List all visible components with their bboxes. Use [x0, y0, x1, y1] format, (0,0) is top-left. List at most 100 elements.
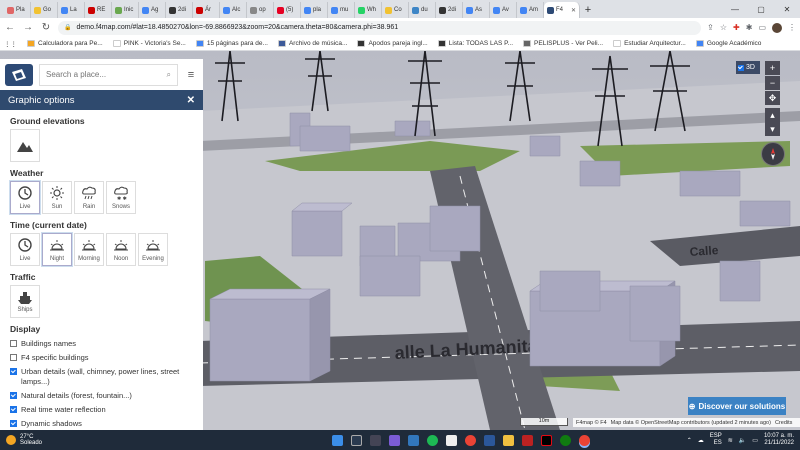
- browser-menu-icon[interactable]: ⋮: [788, 23, 796, 32]
- browser-tab[interactable]: mu: [328, 2, 355, 18]
- clock[interactable]: 10:07 a. m. 21/11/2022: [764, 433, 794, 447]
- bookmark-item[interactable]: Lista: TODAS LAS P...: [437, 40, 513, 47]
- file-explorer-icon[interactable]: [503, 434, 515, 446]
- browser-tab[interactable]: pla: [301, 2, 328, 18]
- credits-link[interactable]: Credits: [775, 420, 792, 426]
- display-option[interactable]: F4 specific buildings: [0, 351, 203, 365]
- weather-option-rain[interactable]: Rain: [74, 181, 104, 214]
- tilt-up-icon[interactable]: ▴: [765, 108, 780, 122]
- browser-tab[interactable]: (5): [274, 2, 301, 18]
- bookmark-item[interactable]: 15 páginas para de...: [195, 40, 268, 47]
- weather-option-live[interactable]: Live: [10, 181, 40, 214]
- checkbox[interactable]: [10, 354, 17, 361]
- zoom-out-button[interactable]: −: [765, 76, 780, 90]
- time-option-night[interactable]: Night: [42, 233, 72, 266]
- browser-tab[interactable]: op: [247, 2, 274, 18]
- netflix-icon[interactable]: [541, 434, 553, 446]
- checkbox[interactable]: [10, 406, 17, 413]
- bookmark-item[interactable]: Google Académico: [695, 40, 761, 47]
- attribution-data[interactable]: Map data © OpenStreetMap contributors (u…: [611, 420, 771, 426]
- attribution-brand[interactable]: F4map © F4: [576, 420, 607, 426]
- bookmark-item[interactable]: PINK - Victoria's Se...: [112, 40, 186, 47]
- url-field[interactable]: 🔒 demo.f4map.com/#lat=18.4850270&lon=-69…: [58, 20, 702, 35]
- display-option[interactable]: Natural details (forest, fountain...): [0, 389, 203, 403]
- chrome-active-icon[interactable]: [579, 434, 591, 446]
- tilt-down-icon[interactable]: ▾: [765, 122, 780, 136]
- apps-icon[interactable]: ⋮⋮: [4, 40, 17, 48]
- zoom-in-button[interactable]: +: [765, 61, 780, 75]
- teams-icon[interactable]: [389, 434, 401, 446]
- browser-tab[interactable]: Pla: [4, 2, 31, 18]
- chrome-icon[interactable]: [465, 434, 477, 446]
- ships-button[interactable]: Ships: [10, 285, 40, 318]
- compass-icon[interactable]: [761, 142, 785, 166]
- close-window-icon[interactable]: ✕: [774, 0, 800, 18]
- browser-tab[interactable]: As: [463, 2, 490, 18]
- display-option[interactable]: Real time water reflection: [0, 403, 203, 417]
- weather-option-sun[interactable]: Sun: [42, 181, 72, 214]
- search-taskbar-icon[interactable]: [351, 434, 363, 446]
- browser-tab[interactable]: Alc: [220, 2, 247, 18]
- checkbox[interactable]: [10, 340, 17, 347]
- time-option-morning[interactable]: Morning: [74, 233, 104, 266]
- language-indicator[interactable]: ESP ES: [710, 433, 722, 447]
- search-input[interactable]: [46, 70, 146, 79]
- share-icon[interactable]: ⇪: [707, 23, 714, 32]
- start-icon[interactable]: [332, 434, 344, 446]
- maximize-icon[interactable]: ▢: [748, 0, 774, 18]
- bookmark-star-icon[interactable]: ☆: [720, 23, 727, 32]
- wifi-icon[interactable]: ≋: [728, 437, 733, 444]
- app-icon[interactable]: [522, 434, 534, 446]
- forward-icon[interactable]: →: [22, 22, 34, 33]
- close-icon[interactable]: ✕: [187, 95, 195, 106]
- browser-tab[interactable]: du: [409, 2, 436, 18]
- browser-tab[interactable]: F4 ✕: [544, 2, 580, 18]
- browser-tab[interactable]: Co: [382, 2, 409, 18]
- display-option[interactable]: Urban details (wall, chimney, power line…: [0, 365, 203, 389]
- bookmark-item[interactable]: Apodos pareja ingl...: [357, 40, 428, 47]
- weather-option-snows[interactable]: ✱ ✱ Snows: [106, 181, 136, 214]
- time-option-evening[interactable]: Evening: [138, 233, 168, 266]
- browser-tab[interactable]: Wh: [355, 2, 382, 18]
- chevron-up-icon[interactable]: ⌃: [687, 437, 692, 444]
- back-icon[interactable]: ←: [4, 22, 16, 33]
- browser-tab[interactable]: Ár: [193, 2, 220, 18]
- onedrive-icon[interactable]: ☁: [698, 437, 704, 444]
- battery-icon[interactable]: ▭: [752, 437, 758, 444]
- sidepanel-icon[interactable]: ▭: [758, 23, 766, 32]
- browser-tab[interactable]: La: [58, 2, 85, 18]
- reload-icon[interactable]: ↻: [40, 22, 52, 33]
- checkbox[interactable]: [10, 368, 17, 375]
- task-view-icon[interactable]: [370, 434, 382, 446]
- checkbox[interactable]: [10, 392, 17, 399]
- browser-tab[interactable]: Av: [490, 2, 517, 18]
- close-tab-icon[interactable]: ✕: [571, 7, 576, 14]
- bookmark-item[interactable]: PELISPLUS - Ver Peli...: [523, 40, 603, 47]
- discover-solutions-button[interactable]: ⊕ Discover our solutions: [688, 397, 786, 415]
- hamburger-menu-icon[interactable]: ≡: [184, 69, 198, 81]
- browser-tab[interactable]: Inic: [112, 2, 139, 18]
- browser-tab[interactable]: Ag: [139, 2, 166, 18]
- ground-elevation-button[interactable]: [10, 129, 40, 162]
- browser-tab[interactable]: RE: [85, 2, 112, 18]
- browser-tab[interactable]: Am: [517, 2, 544, 18]
- word-icon[interactable]: [484, 434, 496, 446]
- bookmark-item[interactable]: Archivo de música...: [277, 40, 347, 47]
- spotify-icon[interactable]: [427, 434, 439, 446]
- bookmark-item[interactable]: Estudiar Arquitectur...: [613, 40, 686, 47]
- display-option[interactable]: Dynamic shadows: [0, 417, 203, 430]
- store-icon[interactable]: [446, 434, 458, 446]
- extensions-puzzle-icon[interactable]: ✱: [746, 23, 753, 32]
- edge-icon[interactable]: [408, 434, 420, 446]
- checkbox[interactable]: [10, 420, 17, 427]
- time-option-live[interactable]: Live: [10, 233, 40, 266]
- volume-icon[interactable]: 🔈: [739, 437, 746, 444]
- search-icon[interactable]: ⌕: [167, 70, 171, 80]
- new-tab-button[interactable]: +: [580, 2, 596, 18]
- xbox-icon[interactable]: [560, 434, 572, 446]
- browser-tab[interactable]: 2di: [436, 2, 463, 18]
- time-option-noon[interactable]: Noon: [106, 233, 136, 266]
- f4map-logo[interactable]: [5, 63, 33, 86]
- weather-widget[interactable]: 27°C Soleado: [6, 434, 236, 446]
- display-option[interactable]: Buildings names: [0, 337, 203, 351]
